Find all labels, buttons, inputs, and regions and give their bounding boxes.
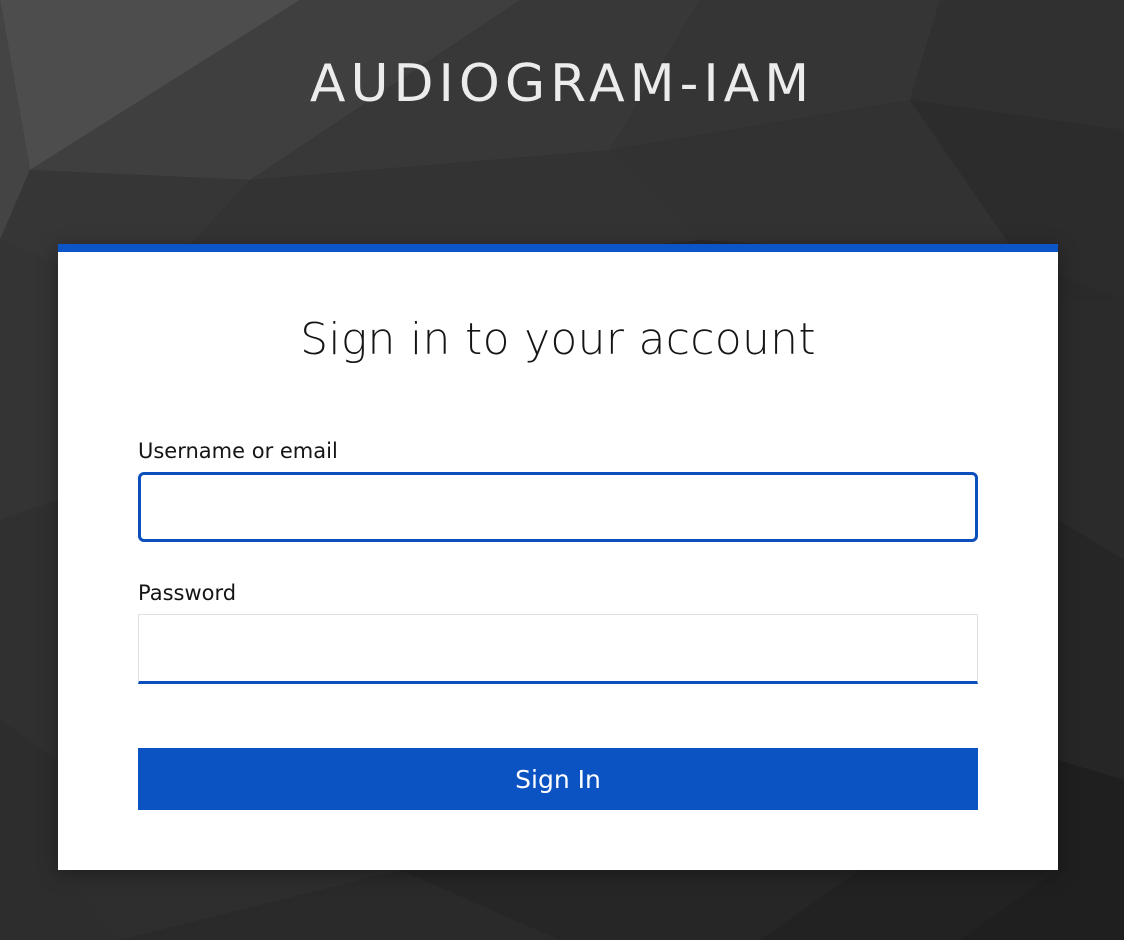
password-input[interactable] — [138, 614, 978, 684]
sign-in-button[interactable]: Sign In — [138, 748, 978, 810]
username-input[interactable] — [138, 472, 978, 542]
username-label: Username or email — [138, 439, 338, 463]
password-label: Password — [138, 581, 237, 605]
login-card: Sign in to your account Username or emai… — [58, 244, 1058, 870]
brand-title: AUDIOGRAM-IAM — [309, 54, 815, 114]
page-title: Sign in to your account — [300, 314, 816, 365]
